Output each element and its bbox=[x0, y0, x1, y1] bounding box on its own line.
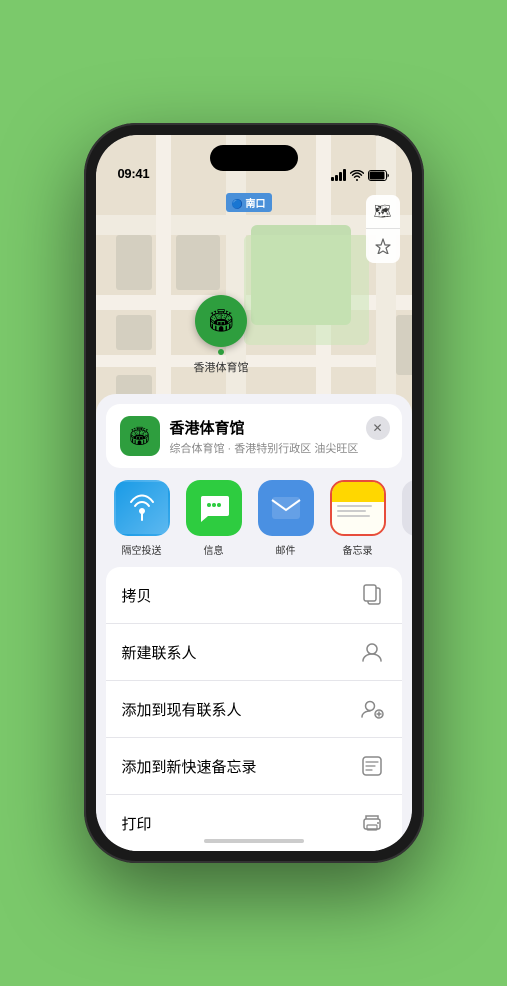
signal-bars-icon bbox=[331, 169, 346, 181]
venue-emoji: 🏟 bbox=[128, 426, 151, 447]
add-existing-icon bbox=[358, 695, 386, 723]
action-list: 拷贝 新建联系人 bbox=[106, 567, 402, 851]
pin-label: 香港体育馆 bbox=[194, 359, 249, 375]
dynamic-island bbox=[210, 145, 298, 171]
copy-label: 拷贝 bbox=[122, 585, 152, 606]
share-item-mail[interactable]: 邮件 bbox=[250, 480, 322, 557]
notes-icon bbox=[332, 480, 384, 536]
location-button[interactable] bbox=[366, 229, 400, 263]
venue-card: 🏟 香港体育馆 综合体育馆 · 香港特别行政区 油尖旺区 ✕ bbox=[106, 404, 402, 468]
status-icons bbox=[331, 169, 390, 181]
share-item-more[interactable]: 提 bbox=[394, 480, 412, 557]
map-type-button[interactable]: 🗺 bbox=[366, 195, 400, 229]
pin-emoji: 🏟 bbox=[207, 308, 235, 334]
new-contact-icon bbox=[358, 638, 386, 666]
copy-icon bbox=[358, 581, 386, 609]
north-label: 🔵 南口 bbox=[226, 193, 272, 212]
stadium-pin[interactable]: 🏟 香港体育馆 bbox=[194, 295, 249, 375]
north-label-text: 南口 bbox=[246, 199, 266, 210]
battery-icon bbox=[368, 170, 390, 181]
mail-icon bbox=[258, 480, 314, 536]
phone-frame: 09:41 bbox=[84, 123, 424, 863]
home-indicator bbox=[204, 839, 304, 843]
location-icon bbox=[375, 238, 391, 254]
notes-label: 备忘录 bbox=[343, 542, 373, 557]
mail-label: 邮件 bbox=[276, 542, 296, 557]
print-label: 打印 bbox=[122, 813, 152, 834]
north-label-icon: 🔵 bbox=[232, 199, 243, 209]
map-type-icon: 🗺 bbox=[374, 203, 392, 220]
wifi-icon bbox=[350, 170, 364, 181]
venue-info: 香港体育馆 综合体育馆 · 香港特别行政区 油尖旺区 bbox=[170, 417, 388, 456]
venue-name: 香港体育馆 bbox=[170, 417, 388, 438]
share-row: 隔空投送 信息 bbox=[96, 468, 412, 557]
messages-icon bbox=[186, 480, 242, 536]
venue-subtitle: 综合体育馆 · 香港特别行政区 油尖旺区 bbox=[170, 440, 388, 456]
pin-circle: 🏟 bbox=[195, 295, 247, 347]
quick-note-icon bbox=[358, 752, 386, 780]
phone-screen: 09:41 bbox=[96, 135, 412, 851]
action-item-add-existing[interactable]: 添加到现有联系人 bbox=[106, 681, 402, 738]
status-time: 09:41 bbox=[118, 166, 150, 181]
close-icon: ✕ bbox=[372, 421, 382, 435]
bottom-sheet: 🏟 香港体育馆 综合体育馆 · 香港特别行政区 油尖旺区 ✕ bbox=[96, 394, 412, 851]
map-controls: 🗺 bbox=[366, 195, 400, 263]
airdrop-icon bbox=[114, 480, 170, 536]
airdrop-label: 隔空投送 bbox=[122, 542, 162, 557]
new-contact-label: 新建联系人 bbox=[122, 642, 197, 663]
more-icon bbox=[402, 480, 412, 536]
pin-dot bbox=[218, 349, 224, 355]
share-item-messages[interactable]: 信息 bbox=[178, 480, 250, 557]
action-item-new-contact[interactable]: 新建联系人 bbox=[106, 624, 402, 681]
share-item-notes[interactable]: 备忘录 bbox=[322, 480, 394, 557]
share-item-airdrop[interactable]: 隔空投送 bbox=[106, 480, 178, 557]
add-existing-label: 添加到现有联系人 bbox=[122, 699, 242, 720]
close-button[interactable]: ✕ bbox=[366, 416, 390, 440]
action-item-quick-note[interactable]: 添加到新快速备忘录 bbox=[106, 738, 402, 795]
action-item-copy[interactable]: 拷贝 bbox=[106, 567, 402, 624]
quick-note-label: 添加到新快速备忘录 bbox=[122, 756, 257, 777]
print-icon bbox=[358, 809, 386, 837]
venue-icon: 🏟 bbox=[120, 416, 160, 456]
messages-label: 信息 bbox=[204, 542, 224, 557]
notes-icon-wrap bbox=[330, 480, 386, 536]
